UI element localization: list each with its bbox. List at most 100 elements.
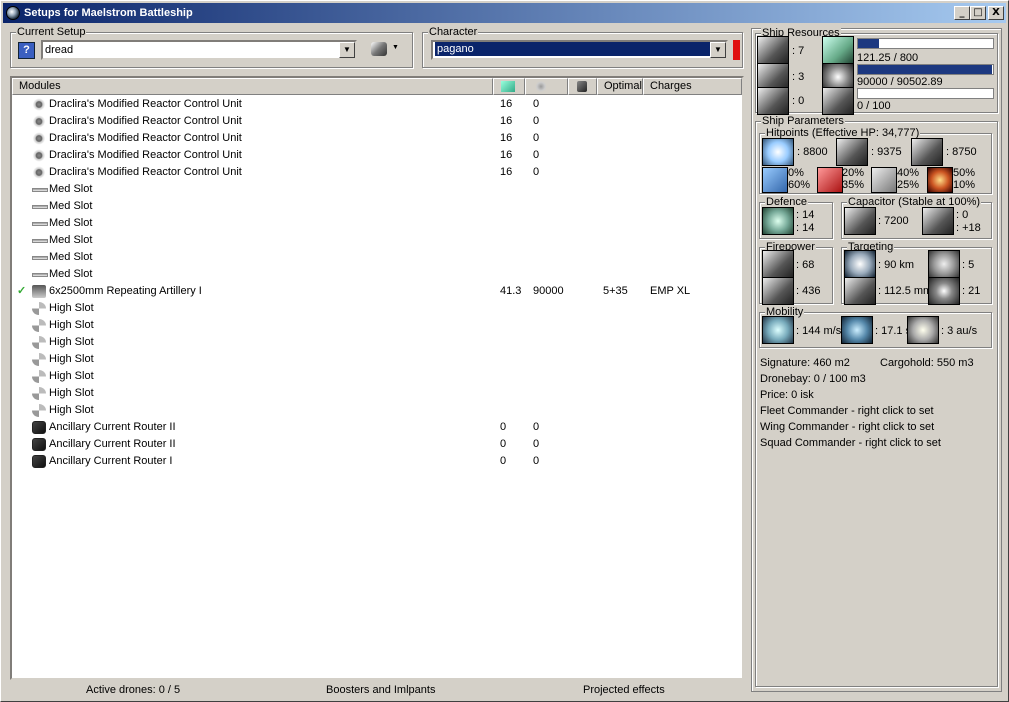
current-setup-legend: Current Setup [16,26,87,38]
table-row[interactable]: High Slot [12,368,742,385]
column-header-charges[interactable]: Charges [643,78,742,95]
column-header-powergrid[interactable] [525,78,568,95]
sensor-strength-icon [928,277,960,305]
table-row[interactable]: Med Slot [12,181,742,198]
maximize-button[interactable]: □ [970,6,986,20]
table-row[interactable]: High Slot [12,334,742,351]
module-name: 6x2500mm Repeating Artillery I [49,285,202,297]
targeting-range-icon [844,250,876,278]
fleet-commander[interactable]: Fleet Commander - right click to set [760,405,934,417]
table-row[interactable]: High Slot [12,385,742,402]
capacitor-capacity: : 7200 [878,215,909,227]
table-row[interactable]: Ancillary Current Router II 0 0 [12,419,742,436]
module-name: Med Slot [49,268,93,280]
table-row[interactable]: Draclira's Modified Reactor Control Unit… [12,113,742,130]
kinetic-resist-icon [871,167,897,193]
module-name: Med Slot [49,251,93,263]
mobility-group: Mobility : 144 m/s : 17.1 s : 3 au/s [759,306,992,348]
table-row[interactable]: High Slot [12,317,742,334]
module-name: Ancillary Current Router II [49,421,176,433]
scan-resolution: : 112.5 mm [878,285,933,297]
module-name: Draclira's Modified Reactor Control Unit [49,98,242,110]
armor-hp: : 9375 [871,146,902,158]
table-row[interactable]: High Slot [12,300,742,317]
active-drones-button[interactable]: Active drones: 0 / 5 [86,684,180,696]
table-row[interactable]: Med Slot [12,232,742,249]
character-value: pagano [435,42,713,56]
kinetic-resist-shield: 40% [897,167,920,179]
powergrid-value: 90000 / 90502.89 [857,76,943,88]
modules-list[interactable]: Modules Optimal Charges Draclira's Modif… [10,76,744,680]
chevron-down-icon[interactable]: ▼ [339,42,355,58]
boosters-implants-button[interactable]: Boosters and Imlpants [326,684,435,696]
character-legend: Character [428,26,479,38]
wing-commander[interactable]: Wing Commander - right click to set [760,421,934,433]
module-name: Med Slot [49,183,93,195]
chevron-down-icon[interactable]: ▼ [710,42,726,58]
column-header-charges-icon[interactable] [568,78,597,95]
ship-resources-group: Ship Resources : 7 121.25 / 800 : 3 9000… [755,27,998,115]
table-row[interactable]: Med Slot [12,249,742,266]
table-row[interactable]: ✓ 6x2500mm Repeating Artillery I 41.3 90000… [12,283,742,300]
warp-speed-icon [907,316,939,344]
ship-menu-icon[interactable] [371,42,387,56]
module-powergrid: 0 [533,438,540,450]
table-row[interactable]: Med Slot [12,215,742,232]
table-row[interactable]: Draclira's Modified Reactor Control Unit… [12,130,742,147]
minimize-button[interactable]: _ [954,6,970,20]
reactor-icon [32,115,46,128]
table-row[interactable]: Med Slot [12,198,742,215]
character-select[interactable]: pagano ▼ [431,40,728,60]
powergrid-bar [857,64,994,75]
module-cpu: 0 [500,455,507,467]
shield-hp: : 8800 [797,146,828,158]
title-bar[interactable]: Setups for Maelstrom Battleship _ □ X [3,3,1006,23]
med-slot-icon [32,239,48,243]
em-resist-shield: 0% [788,167,804,179]
ship-info-panel: Ship Resources : 7 121.25 / 800 : 3 9000… [751,27,1002,692]
table-row[interactable]: Ancillary Current Router II 0 0 [12,436,742,453]
setup-value: dread [45,44,74,56]
table-row[interactable]: Draclira's Modified Reactor Control Unit… [12,147,742,164]
squad-commander[interactable]: Squad Commander - right click to set [760,437,941,449]
table-row[interactable]: Med Slot [12,266,742,283]
column-header-modules[interactable]: Modules [12,78,493,95]
explosive-resist-shield: 50% [953,167,976,179]
shield-icon [762,138,794,166]
firepower-value-b: : 436 [796,285,821,297]
active-check-icon[interactable]: ✓ [17,283,26,300]
kinetic-resist-armor: 25% [897,179,920,191]
app-icon[interactable] [6,6,20,20]
projected-effects-button[interactable]: Projected effects [583,684,665,696]
cpu-bar [857,38,994,49]
help-icon[interactable]: ? [18,42,35,59]
warp-speed: : 3 au/s [941,325,978,337]
table-row[interactable]: High Slot [12,402,742,419]
max-targets-icon [928,250,960,278]
column-header-cpu[interactable] [493,78,525,95]
turret-hardpoint-icon [757,36,789,64]
targeting-group: Targeting : 90 km : 5 : 112.5 mm : 21 [841,241,992,305]
targeting-range: : 90 km [878,259,915,271]
module-charges: EMP XL [650,285,691,297]
module-name: High Slot [49,319,94,331]
table-row[interactable]: Ancillary Current Router I 0 0 [12,453,742,470]
cpu-icon [822,36,854,64]
thermal-resist-armor: 35% [842,179,865,191]
setup-select[interactable]: dread ▼ [41,40,357,60]
artillery-icon [32,285,46,298]
table-row[interactable]: Draclira's Modified Reactor Control Unit… [12,164,742,181]
column-header-optimal[interactable]: Optimal [597,78,643,95]
module-powergrid: 0 [533,115,540,127]
dronebay: Dronebay: 0 / 100 m3 [760,373,866,385]
table-row[interactable]: Draclira's Modified Reactor Control Unit… [12,96,742,113]
high-slot-icon [32,387,46,400]
table-row[interactable]: High Slot [12,351,742,368]
thermal-resist-shield: 20% [842,167,865,179]
dropdown-arrow-icon[interactable]: ▼ [392,44,399,51]
close-button[interactable]: X [988,6,1004,20]
scan-resolution-icon [844,277,876,305]
module-powergrid: 0 [533,132,540,144]
module-name: Med Slot [49,217,93,229]
status-bar: Active drones: 0 / 5 Boosters and Imlpan… [10,683,744,699]
